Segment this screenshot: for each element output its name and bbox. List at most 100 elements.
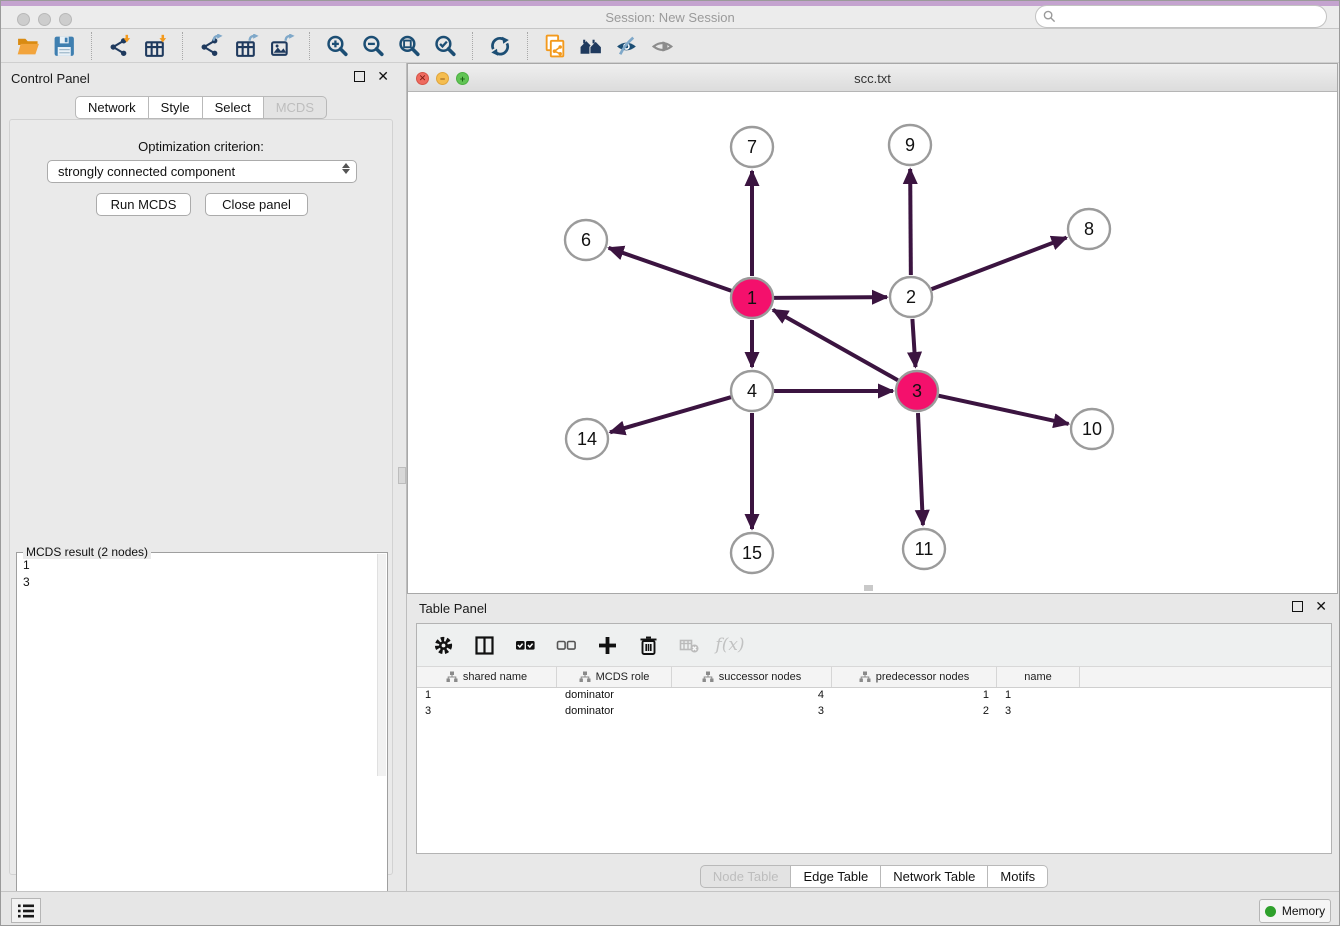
zoom-fit-button[interactable] <box>391 32 427 60</box>
column-header-shared-name[interactable]: shared name <box>417 667 557 687</box>
zoom-out-button[interactable] <box>355 32 391 60</box>
tab-style[interactable]: Style <box>149 96 203 119</box>
open-session-button[interactable] <box>10 32 46 60</box>
table-cell[interactable]: dominator <box>557 688 672 704</box>
column-header-predecessor-nodes[interactable]: predecessor nodes <box>832 667 997 687</box>
delete-columns-button[interactable] <box>636 633 660 657</box>
search-input[interactable] <box>1035 5 1327 28</box>
tab-select[interactable]: Select <box>203 96 264 119</box>
zoom-selected-button[interactable] <box>427 32 463 60</box>
mcds-result-text[interactable]: 13 <box>23 557 375 919</box>
float-panel-icon[interactable] <box>354 71 365 82</box>
node-label: 1 <box>747 288 757 308</box>
table-row[interactable]: 1dominator411 <box>417 688 1331 704</box>
float-table-panel-icon[interactable] <box>1292 601 1303 612</box>
graph-node-14[interactable]: 14 <box>566 419 608 459</box>
save-session-icon <box>52 34 77 59</box>
table-tabs: Node TableEdge TableNetwork TableMotifs <box>407 865 1340 888</box>
edge-2-8[interactable] <box>932 238 1067 290</box>
graph-node-1[interactable]: 1 <box>731 278 773 318</box>
graph-node-10[interactable]: 10 <box>1071 409 1113 449</box>
toolbar-group <box>182 32 309 60</box>
import-table-button[interactable] <box>137 32 173 60</box>
graph-node-11[interactable]: 11 <box>903 529 945 569</box>
control-panel-title: Control Panel <box>11 71 90 86</box>
show-tasks-button[interactable] <box>11 898 41 923</box>
network-scrollbar-thumb[interactable] <box>864 585 873 591</box>
table-tab-node-table[interactable]: Node Table <box>700 865 792 888</box>
close-panel-icon[interactable]: ✕ <box>377 71 389 82</box>
select-all-button[interactable] <box>513 633 537 657</box>
table-cell[interactable]: dominator <box>557 704 672 720</box>
refresh-layout-button[interactable] <box>482 32 518 60</box>
export-network-button[interactable] <box>192 32 228 60</box>
import-network-button[interactable] <box>101 32 137 60</box>
graph-node-7[interactable]: 7 <box>731 127 773 167</box>
graph-node-9[interactable]: 9 <box>889 125 931 165</box>
node-label: 3 <box>912 381 922 401</box>
split-view-button[interactable] <box>472 633 496 657</box>
home-button[interactable] <box>573 32 609 60</box>
table-settings-icon <box>433 635 454 656</box>
table-cell[interactable]: 1 <box>417 688 557 704</box>
edge-3-11[interactable] <box>918 413 923 525</box>
table-cell[interactable]: 2 <box>832 704 997 720</box>
result-scrollbar[interactable] <box>377 554 386 776</box>
edge-3-1[interactable] <box>773 310 898 380</box>
add-column-button[interactable] <box>595 633 619 657</box>
column-header-name[interactable]: name <box>997 667 1080 687</box>
memory-button[interactable]: Memory <box>1259 899 1331 923</box>
table-cell[interactable]: 1 <box>832 688 997 704</box>
main-toolbar <box>1 30 1339 63</box>
table-settings-button[interactable] <box>431 633 455 657</box>
show-graphics-button[interactable] <box>645 32 681 60</box>
graph-node-8[interactable]: 8 <box>1068 209 1110 249</box>
close-table-panel-icon[interactable]: ✕ <box>1315 601 1327 612</box>
graph-node-6[interactable]: 6 <box>565 220 607 260</box>
hide-graphics-button[interactable] <box>609 32 645 60</box>
splitter-handle[interactable] <box>398 467 406 484</box>
export-image-button[interactable] <box>264 32 300 60</box>
graph-node-15[interactable]: 15 <box>731 533 773 573</box>
result-line: 1 <box>23 557 375 574</box>
tab-mcds[interactable]: MCDS <box>264 96 327 119</box>
edge-1-6[interactable] <box>609 248 732 291</box>
table-row[interactable]: 3dominator323 <box>417 704 1331 720</box>
table-tab-network-table[interactable]: Network Table <box>881 865 988 888</box>
deselect-all-button[interactable] <box>554 633 578 657</box>
table-tab-motifs[interactable]: Motifs <box>988 865 1048 888</box>
column-header-successor-nodes[interactable]: successor nodes <box>672 667 832 687</box>
table-cell[interactable]: 3 <box>997 704 1080 720</box>
table-tab-edge-table[interactable]: Edge Table <box>791 865 881 888</box>
export-table-icon <box>234 34 259 59</box>
node-label: 8 <box>1084 219 1094 239</box>
column-header-MCDS-role[interactable]: MCDS role <box>557 667 672 687</box>
close-panel-button[interactable]: Close panel <box>205 193 308 216</box>
edge-1-2[interactable] <box>774 297 887 298</box>
graph-node-2[interactable]: 2 <box>890 277 932 317</box>
edge-3-10[interactable] <box>938 396 1068 424</box>
table-header-row: shared nameMCDS rolesuccessor nodesprede… <box>417 667 1331 688</box>
network-window-titlebar[interactable]: ✕ − + scc.txt <box>408 64 1337 92</box>
table-cell[interactable]: 1 <box>997 688 1080 704</box>
search-icon <box>1043 10 1056 23</box>
table-cell[interactable]: 4 <box>672 688 832 704</box>
optimization-criterion-dropdown[interactable]: strongly connected component <box>47 160 357 183</box>
column-type-icon <box>702 671 714 683</box>
graph-node-4[interactable]: 4 <box>731 371 773 411</box>
delete-columns-icon <box>638 635 659 656</box>
graph-node-3[interactable]: 3 <box>896 371 938 411</box>
save-session-button[interactable] <box>46 32 82 60</box>
edge-2-3[interactable] <box>912 319 915 367</box>
open-session-icon <box>16 34 41 59</box>
table-cell[interactable]: 3 <box>672 704 832 720</box>
export-table-button[interactable] <box>228 32 264 60</box>
edge-2-9[interactable] <box>910 169 911 275</box>
run-mcds-button[interactable]: Run MCDS <box>96 193 191 216</box>
tab-network[interactable]: Network <box>75 96 149 119</box>
edge-4-14[interactable] <box>610 397 731 432</box>
table-cell[interactable]: 3 <box>417 704 557 720</box>
network-graph-canvas[interactable]: 7 9 6 8 1 2 4 3 14 10 15 11 <box>408 92 1337 593</box>
zoom-in-button[interactable] <box>319 32 355 60</box>
manage-networks-button[interactable] <box>537 32 573 60</box>
